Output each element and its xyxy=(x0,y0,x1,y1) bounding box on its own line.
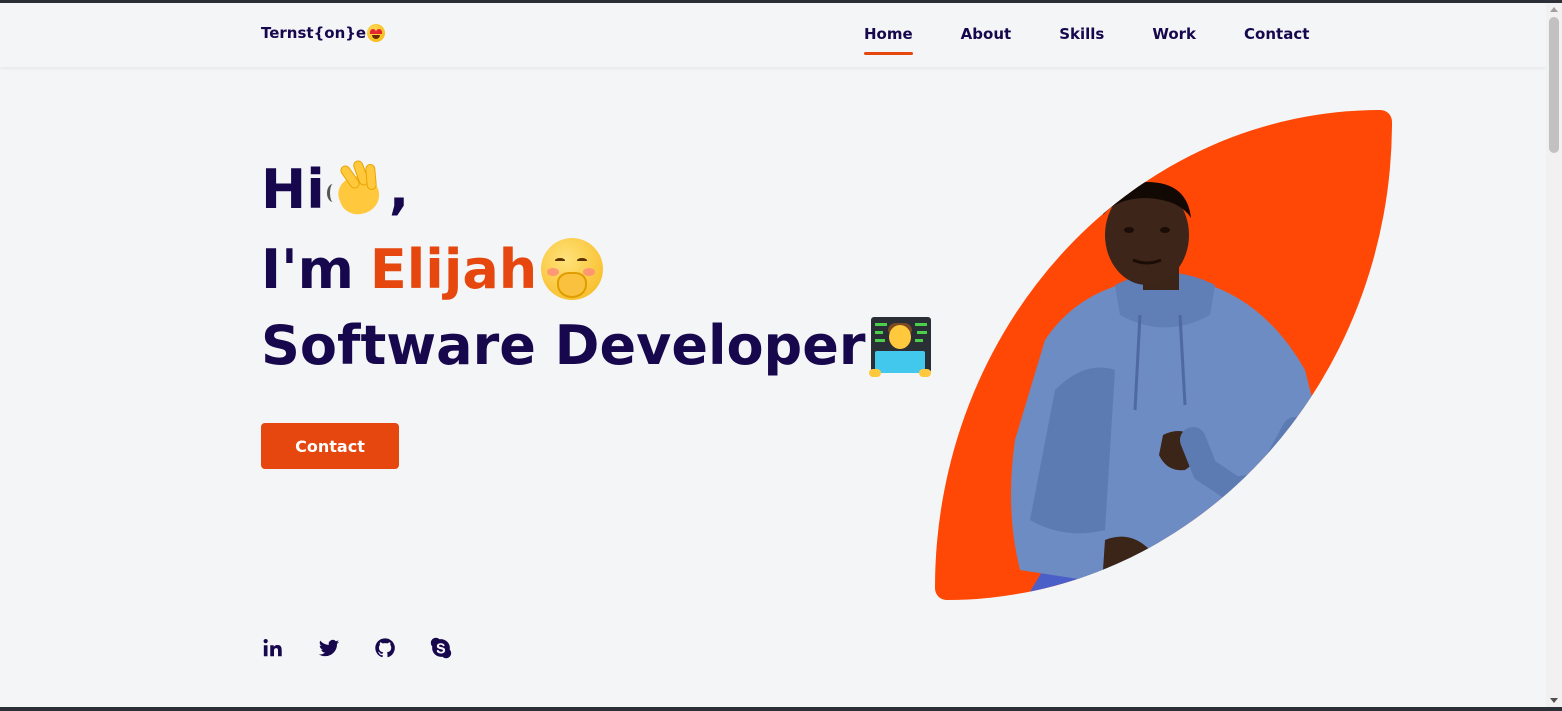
scroll-down-arrow-icon[interactable] xyxy=(1550,698,1558,703)
nav-contact[interactable]: Contact xyxy=(1244,25,1309,55)
scroll-thumb[interactable] xyxy=(1549,17,1559,153)
waving-hand-icon xyxy=(325,158,385,220)
name-prefix: I'm xyxy=(261,237,354,301)
skype-icon[interactable] xyxy=(430,637,452,659)
linkedin-icon[interactable] xyxy=(262,637,284,659)
main-nav: Home About Skills Work Contact xyxy=(864,25,1309,55)
nav-skills[interactable]: Skills xyxy=(1059,25,1104,55)
window-bottom-edge xyxy=(0,707,1562,711)
nav-home[interactable]: Home xyxy=(864,25,913,55)
scroll-up-arrow-icon[interactable] xyxy=(1550,7,1558,12)
hero-name-line: I'm Elijah xyxy=(261,236,605,302)
technologist-icon xyxy=(867,315,933,377)
nav-work[interactable]: Work xyxy=(1152,25,1196,55)
social-links xyxy=(262,637,452,659)
role-text: Software Developer xyxy=(261,314,866,377)
logo[interactable]: Ternst{on}e xyxy=(261,24,386,42)
page-scrollbar[interactable] xyxy=(1546,3,1562,707)
contact-button[interactable]: Contact xyxy=(261,423,399,469)
hero-role: Software Developer xyxy=(261,314,933,377)
github-icon[interactable] xyxy=(374,637,396,659)
greeting-comma: , xyxy=(388,158,410,221)
person-illustration xyxy=(1011,181,1335,600)
hand-over-mouth-icon xyxy=(539,236,605,302)
greeting-text: Hi xyxy=(261,158,325,221)
profile-photo xyxy=(935,110,1392,600)
nav-about[interactable]: About xyxy=(961,25,1012,55)
logo-text: Ternst{on}e xyxy=(261,24,367,42)
heart-eyes-icon xyxy=(367,24,386,42)
twitter-icon[interactable] xyxy=(318,637,340,659)
site-header: Ternst{on}e Home About Skills Work Conta… xyxy=(0,3,1546,67)
hero-greeting: Hi , xyxy=(261,158,409,221)
hero-name: Elijah xyxy=(369,237,538,301)
